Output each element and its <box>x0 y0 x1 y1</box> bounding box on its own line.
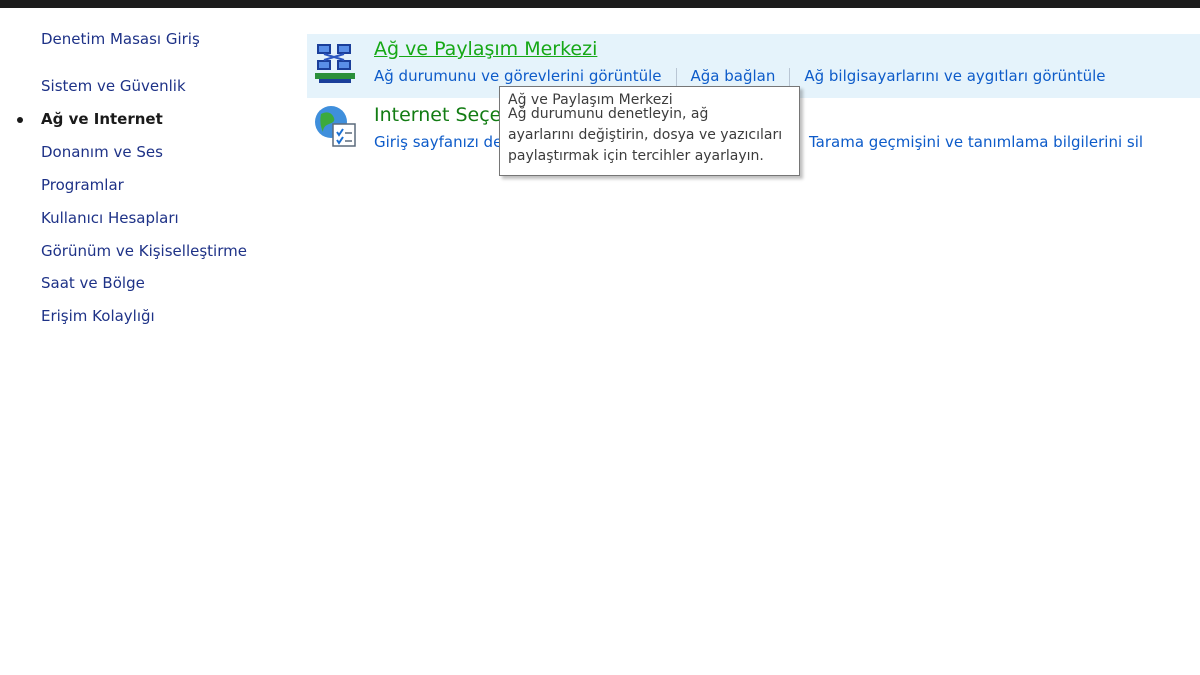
link-change-home-page[interactable]: Giriş sayfanızı de <box>374 133 502 151</box>
sidebar-item-ease-of-access[interactable]: Erişim Kolaylığı <box>41 307 155 325</box>
window-top-bar <box>0 0 1200 8</box>
link-connect-network[interactable]: Ağa bağlan <box>691 67 776 85</box>
link-view-network-computers[interactable]: Ağ bilgisayarlarını ve aygıtları görüntü… <box>804 67 1105 85</box>
category-title-network-sharing[interactable]: Ağ ve Paylaşım Merkezi <box>374 38 597 60</box>
link-separator <box>675 67 677 86</box>
category-links-internet-options-2: Tarama geçmişini ve tanımlama bilgilerin… <box>809 133 1143 151</box>
sidebar-item-user-accounts[interactable]: Kullanıcı Hesapları <box>41 209 179 227</box>
tooltip-line: paylaştırmak için tercihler ayarlayın. <box>508 148 764 164</box>
sidebar-item-home[interactable]: Denetim Masası Giriş <box>41 30 200 48</box>
link-view-network-status[interactable]: Ağ durumunu ve görevlerini görüntüle <box>374 67 662 85</box>
category-links-internet-options: Giriş sayfanızı de <box>374 133 502 151</box>
sidebar-item-system-security[interactable]: Sistem ve Güvenlik <box>41 77 186 95</box>
tooltip-line: Ağ durumunu denetleyin, ağ <box>508 106 709 122</box>
category-links-network-sharing: Ağ durumunu ve görevlerini görüntüle Ağa … <box>374 67 1105 86</box>
sidebar-item-clock-region[interactable]: Saat ve Bölge <box>41 274 145 292</box>
sidebar-item-appearance[interactable]: Görünüm ve Kişiselleştirme <box>41 242 247 260</box>
category-title-internet-options[interactable]: Internet Seçe <box>374 104 501 126</box>
link-separator <box>789 67 791 86</box>
active-bullet-icon <box>17 117 23 123</box>
network-sharing-icon <box>315 44 355 83</box>
tooltip: Ağ ve Paylaşım Merkezi Ağ durumunu denet… <box>499 86 800 176</box>
sidebar-item-programs[interactable]: Programlar <box>41 176 124 194</box>
link-delete-browsing-history[interactable]: Tarama geçmişini ve tanımlama bilgilerin… <box>809 133 1143 151</box>
tooltip-line: ayarlarını değiştirin, dosya ve yazıcıla… <box>508 127 783 143</box>
internet-options-icon <box>315 106 356 147</box>
sidebar-item-hardware-sound[interactable]: Donanım ve Ses <box>41 143 163 161</box>
sidebar-item-network-internet[interactable]: Ağ ve Internet <box>41 110 163 128</box>
